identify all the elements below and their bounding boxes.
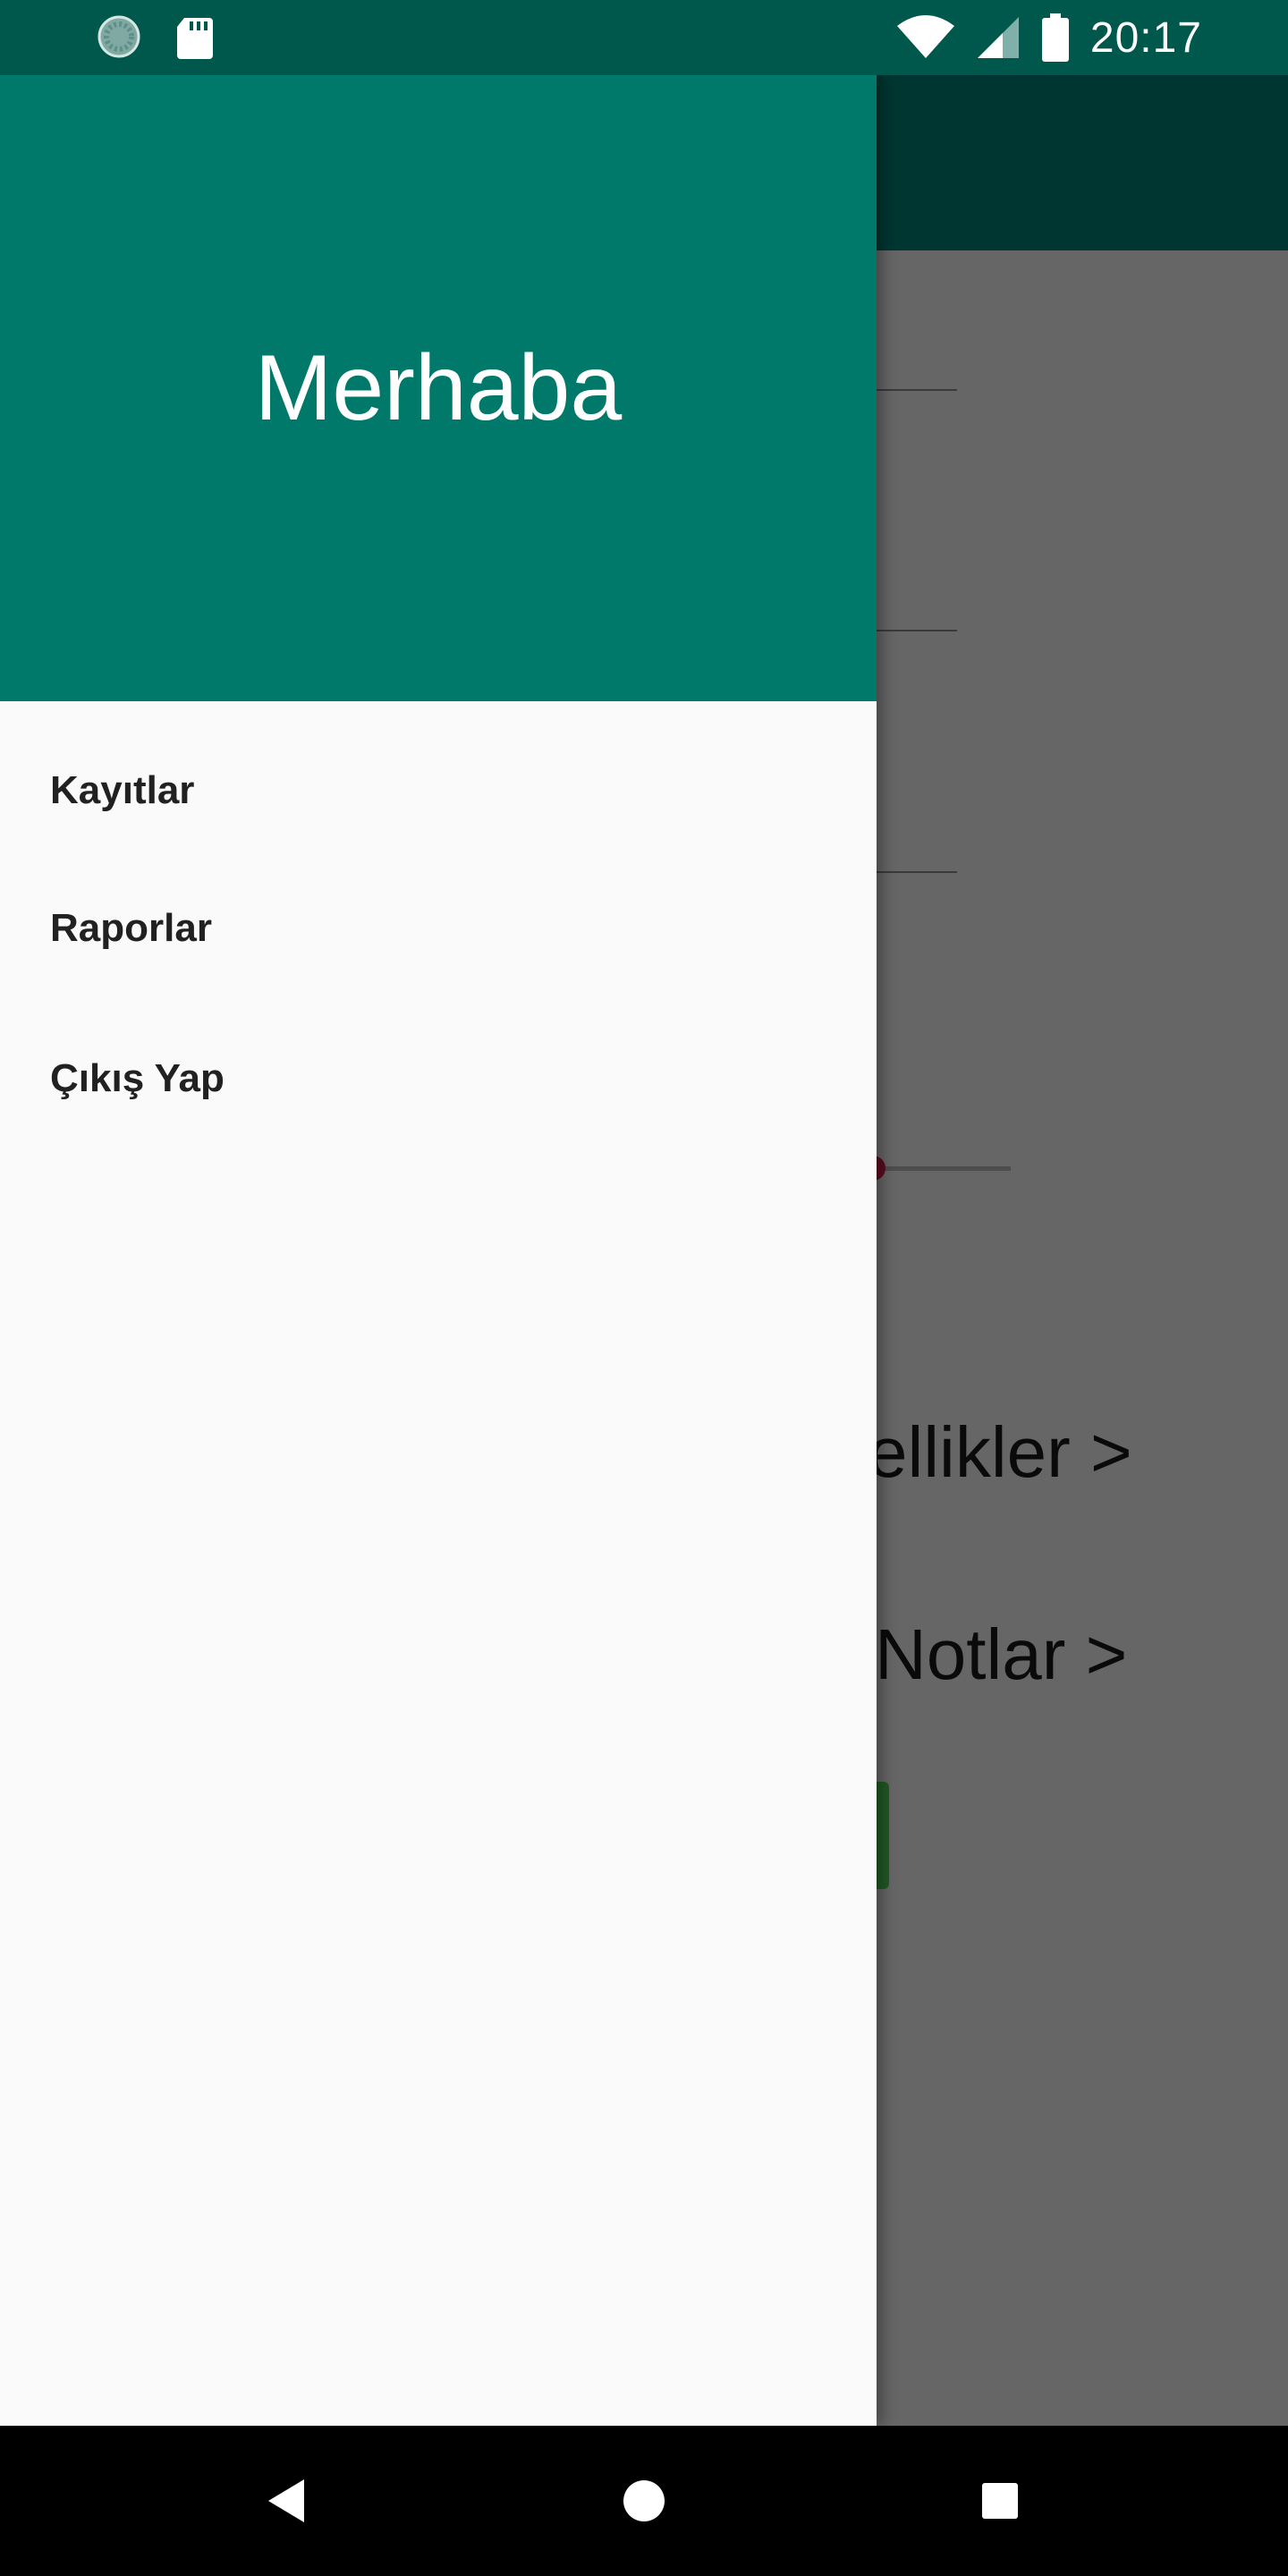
system-navigation-bar [0, 2426, 1288, 2576]
drawer-menu: Kayıtlar Raporlar Çıkış Yap [0, 701, 877, 1154]
drawer-header: Merhaba [0, 75, 877, 701]
recents-button[interactable] [973, 2474, 1027, 2528]
sd-card-icon [177, 18, 213, 59]
background-slider-track [877, 1166, 1011, 1171]
home-button[interactable] [617, 2474, 671, 2528]
recents-icon [982, 2483, 1018, 2519]
background-features-link: zellikler > [832, 1412, 1132, 1492]
back-button[interactable] [259, 2474, 313, 2528]
signal-icon [977, 17, 1019, 58]
status-bar: 20:17 [0, 0, 1288, 75]
navigation-drawer: Merhaba Kayıtlar Raporlar Çıkış Yap [0, 75, 877, 2426]
battery-icon [1041, 13, 1069, 62]
wifi-icon [896, 15, 954, 58]
drawer-header-title: Merhaba [254, 335, 623, 440]
menu-item-reports[interactable]: Raporlar [0, 853, 877, 1004]
menu-item-logout[interactable]: Çıkış Yap [0, 1004, 877, 1154]
back-icon [268, 2479, 304, 2522]
background-notes-link: Notlar > [875, 1614, 1128, 1694]
menu-item-records[interactable]: Kayıtlar [0, 728, 877, 853]
clock: 20:17 [1089, 13, 1202, 62]
sync-icon [97, 15, 140, 58]
home-icon [623, 2480, 665, 2521]
status-icons: 20:17 [896, 0, 1202, 75]
